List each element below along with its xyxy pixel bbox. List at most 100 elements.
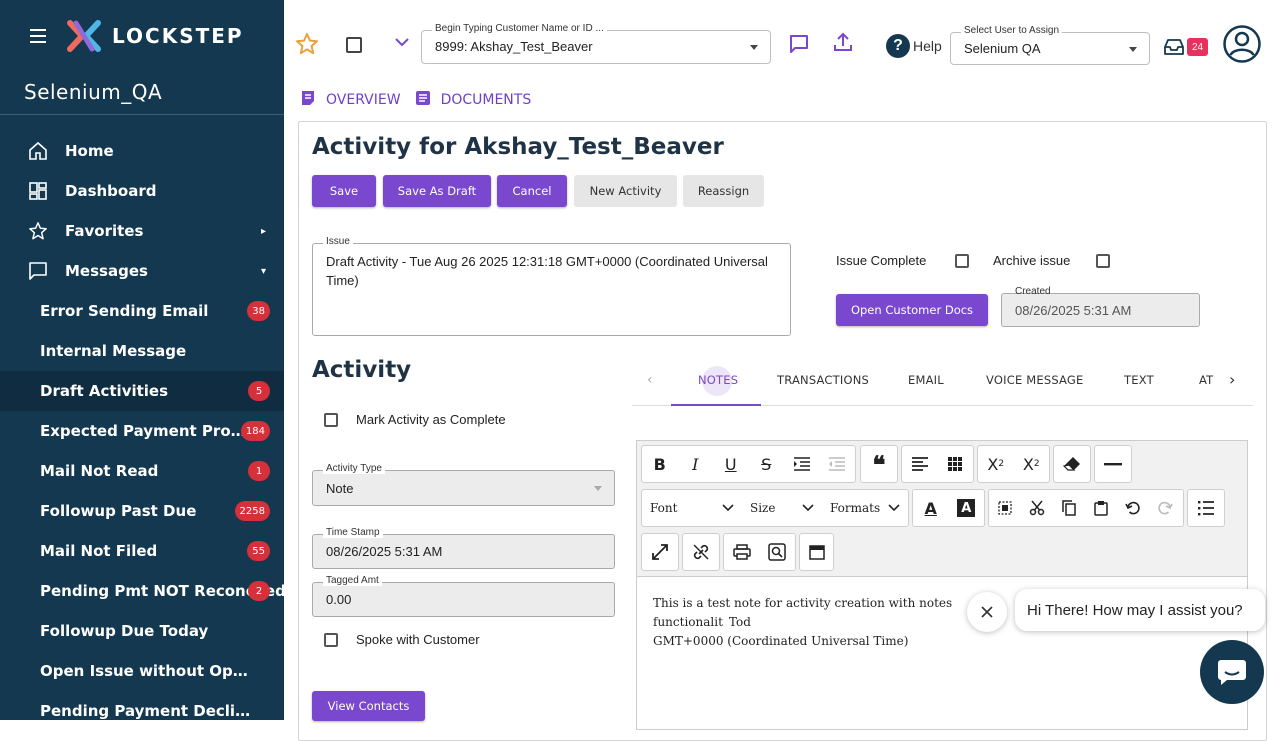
- save-button[interactable]: Save: [312, 175, 376, 207]
- issue-complete-checkbox[interactable]: [955, 254, 969, 268]
- cancel-button[interactable]: Cancel: [497, 175, 567, 207]
- sidebar-item-home[interactable]: Home: [0, 131, 284, 171]
- tab-voice-message[interactable]: VOICE MESSAGE: [986, 373, 1084, 387]
- chevron-down-icon[interactable]: [394, 36, 410, 48]
- menu-icon[interactable]: [30, 29, 46, 47]
- unlink-icon[interactable]: [683, 534, 719, 570]
- bold-icon[interactable]: B: [642, 446, 678, 482]
- tab-overview[interactable]: OVERVIEW: [300, 90, 401, 110]
- eraser-icon[interactable]: [1054, 446, 1090, 482]
- preview-icon[interactable]: [760, 534, 796, 570]
- sidebar: LOCKSTEP Selenium_QA Home Dashboard Favo…: [0, 0, 286, 720]
- save-as-draft-button[interactable]: Save As Draft: [383, 175, 491, 207]
- redo-icon[interactable]: [1149, 490, 1181, 526]
- font-select[interactable]: Font: [642, 490, 742, 526]
- paste-icon[interactable]: [1085, 490, 1117, 526]
- italic-icon[interactable]: I: [678, 446, 714, 482]
- sidebar-item-favorites[interactable]: Favorites ▸: [0, 211, 284, 251]
- help-icon[interactable]: ?: [886, 34, 910, 58]
- mark-complete-checkbox[interactable]: [324, 413, 338, 427]
- dropdown-caret-icon[interactable]: [1129, 47, 1137, 52]
- select-all-icon[interactable]: [989, 490, 1021, 526]
- count-badge: 2: [248, 581, 270, 601]
- tagged-amt-field[interactable]: Tagged Amt 0.00: [312, 575, 615, 617]
- spoke-with-customer-checkbox[interactable]: [324, 633, 338, 647]
- activity-type-select[interactable]: Activity Type Note: [312, 463, 615, 506]
- reassign-button[interactable]: Reassign: [683, 175, 764, 207]
- toolbar-group-edit: [988, 489, 1184, 527]
- select-checkbox[interactable]: [346, 37, 362, 53]
- align-left-icon[interactable]: [902, 446, 938, 482]
- sidebar-subitem-followup-past-due[interactable]: Followup Past Due 2258: [0, 491, 284, 531]
- sidebar-subitem-expected-payment-promise[interactable]: Expected Payment Promise...184: [0, 411, 284, 451]
- sidebar-subitem-open-issue-without-open-activity[interactable]: Open Issue without Open A...: [0, 651, 284, 691]
- tab-attachments[interactable]: AT: [1199, 373, 1213, 387]
- formats-select[interactable]: Formats: [822, 490, 908, 526]
- fullscreen-icon[interactable]: [642, 534, 678, 570]
- background-color-icon[interactable]: A: [949, 490, 985, 526]
- chevron-left-icon[interactable]: ‹: [647, 372, 653, 388]
- dashboard-icon: [28, 181, 48, 201]
- issue-field[interactable]: Issue Draft Activity - Tue Aug 26 2025 1…: [312, 236, 791, 336]
- view-contacts-button[interactable]: View Contacts: [312, 691, 425, 721]
- dropdown-caret-icon[interactable]: [594, 486, 602, 491]
- horizontal-rule-icon[interactable]: [1095, 446, 1131, 482]
- sidebar-subitem-draft-activities[interactable]: Draft Activities 5: [0, 371, 284, 411]
- sidebar-item-messages[interactable]: Messages ▾: [0, 251, 284, 291]
- user-avatar-icon[interactable]: [1222, 24, 1262, 64]
- page-tabs: OVERVIEW DOCUMENTS: [300, 90, 545, 110]
- print-icon[interactable]: [724, 534, 760, 570]
- chat-launcher-button[interactable]: [1200, 640, 1264, 704]
- calendar-icon[interactable]: [800, 534, 833, 570]
- cut-icon[interactable]: [1021, 490, 1053, 526]
- chevron-right-icon: ▸: [260, 225, 266, 237]
- timestamp-field[interactable]: Time Stamp 08/26/2025 5:31 AM: [312, 527, 615, 569]
- superscript-icon[interactable]: X2: [1014, 446, 1050, 482]
- upload-icon[interactable]: [833, 31, 853, 53]
- inbox-icon[interactable]: [1163, 38, 1185, 56]
- copy-icon[interactable]: [1053, 490, 1085, 526]
- sidebar-subitem-followup-due-today[interactable]: Followup Due Today: [0, 611, 284, 651]
- archive-issue-checkbox[interactable]: [1096, 254, 1110, 268]
- inbox-count-badge: 24: [1187, 38, 1208, 56]
- toolbar-group-hr: [1094, 445, 1132, 483]
- sidebar-item-dashboard[interactable]: Dashboard: [0, 171, 284, 211]
- sidebar-subitem-error-sending-email[interactable]: Error Sending Email 38: [0, 291, 284, 331]
- count-badge: 38: [247, 301, 270, 321]
- tab-documents[interactable]: DOCUMENTS: [415, 90, 531, 110]
- help-label[interactable]: Help: [913, 38, 942, 54]
- toolbar-group-colors: A A: [912, 489, 985, 527]
- tab-notes[interactable]: NOTES: [698, 373, 738, 387]
- ordered-list-icon[interactable]: [1188, 490, 1224, 526]
- indent-icon[interactable]: [784, 446, 820, 482]
- customer-search-field[interactable]: Begin Typing Customer Name or ID ... 899…: [421, 23, 771, 64]
- sidebar-subitem-internal-message[interactable]: Internal Message: [0, 331, 284, 371]
- sidebar-subitem-pending-pmt-not-reconciled[interactable]: Pending Pmt NOT Reconciled 2: [0, 571, 286, 611]
- blockquote-icon[interactable]: ❝: [861, 446, 897, 482]
- tab-transactions[interactable]: TRANSACTIONS: [777, 373, 869, 387]
- size-select[interactable]: Size: [742, 490, 822, 526]
- text-color-icon[interactable]: A: [913, 490, 949, 526]
- logo[interactable]: LOCKSTEP: [66, 19, 244, 53]
- chevron-right-icon[interactable]: ›: [1229, 370, 1236, 389]
- favorite-star-icon[interactable]: [295, 32, 319, 56]
- underline-icon[interactable]: U: [713, 446, 749, 482]
- subscript-icon[interactable]: X2: [978, 446, 1014, 482]
- dropdown-caret-icon[interactable]: [750, 45, 758, 50]
- sidebar-subitem-pending-payment-declined[interactable]: Pending Payment Declined ...: [0, 691, 284, 731]
- strikethrough-icon[interactable]: S: [749, 446, 785, 482]
- sidebar-subitem-mail-not-read[interactable]: Mail Not Read 1: [0, 451, 284, 491]
- chat-greeting-bubble[interactable]: Hi There! How may I assist you?: [1015, 589, 1265, 631]
- chat-icon[interactable]: [788, 33, 810, 55]
- message-icon: [28, 261, 48, 281]
- assign-user-select[interactable]: Select User to Assign Selenium QA: [950, 25, 1150, 65]
- tab-email[interactable]: EMAIL: [908, 373, 944, 387]
- table-icon[interactable]: [938, 446, 974, 482]
- chat-close-button[interactable]: [967, 592, 1007, 632]
- undo-icon[interactable]: [1117, 490, 1149, 526]
- open-customer-docs-button[interactable]: Open Customer Docs: [836, 294, 988, 326]
- sidebar-subitem-mail-not-filed[interactable]: Mail Not Filed 55: [0, 531, 284, 571]
- new-activity-button[interactable]: New Activity: [574, 175, 677, 207]
- tab-text[interactable]: TEXT: [1124, 373, 1154, 387]
- outdent-icon[interactable]: [820, 446, 856, 482]
